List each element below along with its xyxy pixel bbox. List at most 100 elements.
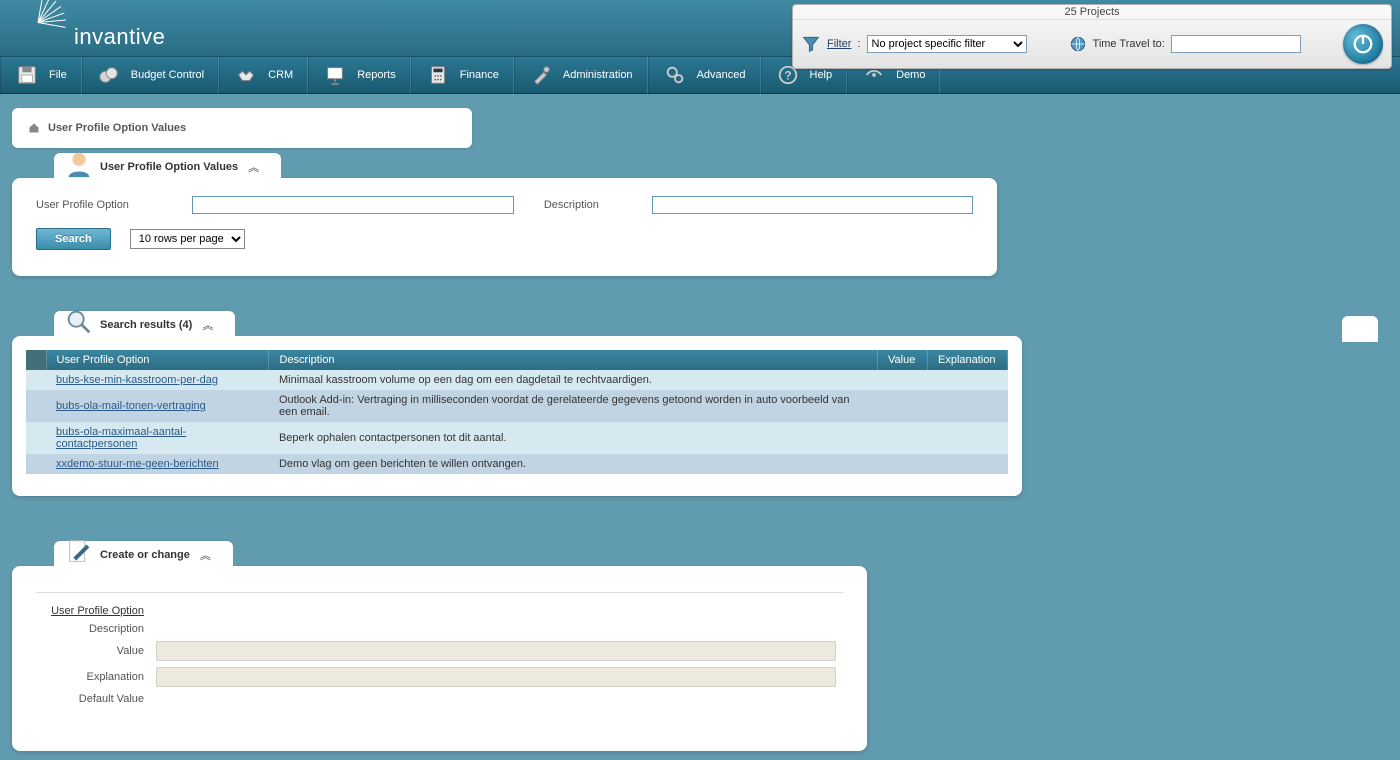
filter-link[interactable]: Filter xyxy=(827,38,851,50)
menu-label: File xyxy=(49,69,67,81)
brand-logo: invantive xyxy=(20,0,80,39)
user-profile-option-input[interactable] xyxy=(192,196,513,214)
results-panel-tab[interactable]: Search results (4) ︽ xyxy=(54,311,235,339)
row-description: Outlook Add-in: Vertraging in millisecon… xyxy=(269,390,878,422)
edit-explanation-label: Explanation xyxy=(36,671,156,683)
globe-icon xyxy=(1069,35,1087,53)
menu-file[interactable]: File xyxy=(0,56,82,94)
floppy-icon xyxy=(15,63,39,87)
table-row[interactable]: bubs-ola-maximaal-aantal-contactpersonen… xyxy=(26,422,1008,454)
edit-description-label: Description xyxy=(36,623,156,635)
results-side-tab[interactable] xyxy=(1342,316,1378,342)
top-toolbar: 25 Projects Filter: No project specific … xyxy=(792,4,1392,69)
description-input[interactable] xyxy=(652,196,973,214)
menu-label: Finance xyxy=(460,69,499,81)
row-handle xyxy=(26,422,46,454)
projects-count[interactable]: 25 Projects xyxy=(793,5,1391,20)
row-handle xyxy=(26,454,46,474)
col-explanation[interactable]: Explanation xyxy=(928,350,1008,370)
chevron-up-icon[interactable]: ︽ xyxy=(202,317,213,333)
table-row[interactable]: bubs-ola-mail-tonen-vertraging Outlook Ad… xyxy=(26,390,1008,422)
handshake-icon xyxy=(234,63,258,87)
menu-label: Administration xyxy=(563,69,633,81)
col-description[interactable]: Description xyxy=(269,350,878,370)
row-option-link[interactable]: xxdemo-stuur-me-geen-berichten xyxy=(56,458,219,470)
results-table: User Profile Option Description Value Ex… xyxy=(26,350,1008,474)
menu-label: Advanced xyxy=(697,69,746,81)
search-panel-tab[interactable]: User Profile Option Values ︽ xyxy=(54,153,281,181)
magnifier-icon xyxy=(64,307,94,337)
col-value[interactable]: Value xyxy=(878,350,928,370)
menu-label: Budget Control xyxy=(131,69,204,81)
menu-budget[interactable]: Budget Control xyxy=(82,56,219,94)
funnel-icon xyxy=(801,34,821,54)
chevron-up-icon[interactable]: ︽ xyxy=(200,547,211,563)
tools-icon xyxy=(529,63,553,87)
row-description: Beperk ophalen contactpersonen tot dit a… xyxy=(269,422,878,454)
row-handle xyxy=(26,390,46,422)
calculator-icon xyxy=(426,63,450,87)
brand-name: invantive xyxy=(74,24,165,50)
row-explanation xyxy=(928,370,1008,390)
menu-label: CRM xyxy=(268,69,293,81)
search-button[interactable]: Search xyxy=(36,228,111,250)
menu-crm[interactable]: CRM xyxy=(219,56,308,94)
logo-burst-icon xyxy=(20,0,80,36)
edit-value-label: Value xyxy=(36,645,156,657)
row-description: Demo vlag om geen berichten te willen on… xyxy=(269,454,878,474)
row-explanation xyxy=(928,454,1008,474)
edit-user-profile-option-label[interactable]: User Profile Option xyxy=(36,605,156,617)
timetravel-input[interactable] xyxy=(1171,35,1301,53)
table-corner xyxy=(26,350,46,370)
col-user-profile-option[interactable]: User Profile Option xyxy=(46,350,269,370)
edit-value-input[interactable] xyxy=(156,641,836,661)
table-row[interactable]: bubs-kse-min-kasstroom-per-dag Minimaal k… xyxy=(26,370,1008,390)
row-value xyxy=(878,370,928,390)
row-option-link[interactable]: bubs-ola-maximaal-aantal-contactpersonen xyxy=(56,426,186,450)
menu-finance[interactable]: Finance xyxy=(411,56,514,94)
row-explanation xyxy=(928,422,1008,454)
edit-panel: Create or change ︽ User Profile Option D… xyxy=(12,566,1388,751)
svg-text:?: ? xyxy=(784,69,791,83)
menu-label: Reports xyxy=(357,69,396,81)
row-option-link[interactable]: bubs-ola-mail-tonen-vertraging xyxy=(56,400,206,412)
results-panel: Search results (4) ︽ User Profile Option… xyxy=(12,336,1388,496)
menu-administration[interactable]: Administration xyxy=(514,56,648,94)
app-header: invantive 25 Projects Filter: No project… xyxy=(0,0,1400,56)
menu-advanced[interactable]: Advanced xyxy=(648,56,761,94)
timetravel-label: Time Travel to: xyxy=(1093,38,1165,50)
menu-label: Help xyxy=(810,69,833,81)
money-icon xyxy=(97,63,121,87)
row-value xyxy=(878,422,928,454)
row-description: Minimaal kasstroom volume op een dag om … xyxy=(269,370,878,390)
chevron-up-icon[interactable]: ︽ xyxy=(248,159,259,175)
edit-panel-tab[interactable]: Create or change ︽ xyxy=(54,541,233,569)
logout-button[interactable] xyxy=(1343,24,1383,64)
presentation-icon xyxy=(323,63,347,87)
divider xyxy=(36,592,843,593)
row-explanation xyxy=(928,390,1008,422)
edit-default-value-label: Default Value xyxy=(36,693,156,705)
menu-label: Demo xyxy=(896,69,925,81)
user-icon xyxy=(64,149,94,179)
row-value xyxy=(878,454,928,474)
edit-explanation-input[interactable] xyxy=(156,667,836,687)
row-value xyxy=(878,390,928,422)
description-label: Description xyxy=(544,199,622,211)
menu-reports[interactable]: Reports xyxy=(308,56,411,94)
row-option-link[interactable]: bubs-kse-min-kasstroom-per-dag xyxy=(56,374,218,386)
pencil-icon xyxy=(64,537,94,567)
filter-select[interactable]: No project specific filter xyxy=(867,35,1027,53)
gears-icon xyxy=(663,63,687,87)
user-profile-option-label: User Profile Option xyxy=(36,199,162,211)
breadcrumb: User Profile Option Values xyxy=(12,108,472,148)
edit-panel-title: Create or change xyxy=(100,549,190,561)
results-panel-title: Search results (4) xyxy=(100,319,192,331)
page-title: User Profile Option Values xyxy=(48,122,186,134)
rows-per-page-select[interactable]: 10 rows per page xyxy=(130,229,245,249)
table-row[interactable]: xxdemo-stuur-me-geen-berichten Demo vlag … xyxy=(26,454,1008,474)
home-icon[interactable] xyxy=(28,122,40,134)
row-handle xyxy=(26,370,46,390)
search-panel-title: User Profile Option Values xyxy=(100,161,238,173)
search-panel: User Profile Option Values ︽ User Profil… xyxy=(12,178,1388,276)
